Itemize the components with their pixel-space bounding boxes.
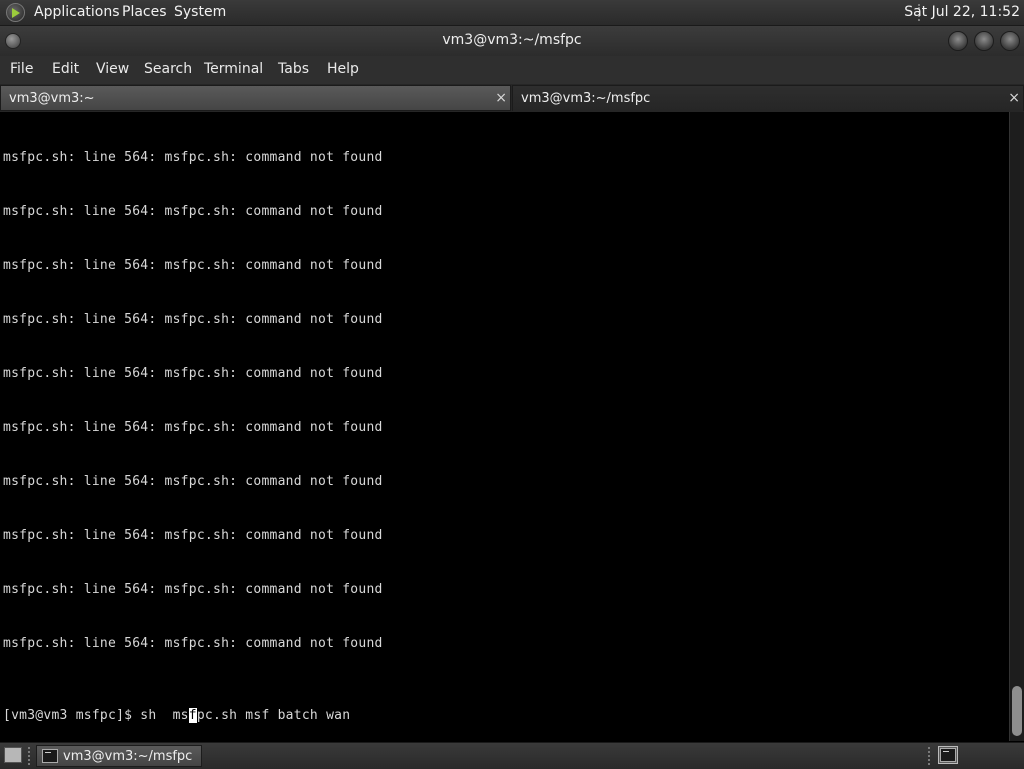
taskbar-window-label: vm3@vm3:~/msfpc <box>63 749 193 764</box>
menu-edit[interactable]: Edit <box>52 61 79 77</box>
output-line: msfpc.sh: line 564: msfpc.sh: command no… <box>3 366 383 381</box>
window-titlebar[interactable]: vm3@vm3:~/msfpc <box>0 26 1024 56</box>
clock[interactable]: Sat Jul 22, 11:52 <box>904 4 1020 20</box>
menubar: File Edit View Search Terminal Tabs Help <box>0 56 1024 84</box>
close-tab-icon[interactable]: × <box>495 90 507 106</box>
system-menu[interactable]: System <box>174 4 226 20</box>
panel-separator <box>28 747 30 765</box>
places-menu[interactable]: Places <box>122 4 167 20</box>
output-line: msfpc.sh: line 564: msfpc.sh: command no… <box>3 528 383 543</box>
menu-file[interactable]: File <box>10 61 33 77</box>
tab-label: vm3@vm3:~ <box>9 91 95 106</box>
tab-bar: vm3@vm3:~ × vm3@vm3:~/msfpc × <box>0 84 1024 112</box>
output-line: msfpc.sh: line 564: msfpc.sh: command no… <box>3 150 383 165</box>
output-line: msfpc.sh: line 564: msfpc.sh: command no… <box>3 582 383 597</box>
prompt-text-before-cursor: [vm3@vm3 msfpc]$ sh ms <box>3 708 189 723</box>
output-line: msfpc.sh: line 564: msfpc.sh: command no… <box>3 420 383 435</box>
top-panel: Applications Places System Sat Jul 22, 1… <box>0 0 1024 26</box>
menu-help[interactable]: Help <box>327 61 359 77</box>
terminal-scrollbar[interactable] <box>1009 112 1024 741</box>
output-line: msfpc.sh: line 564: msfpc.sh: command no… <box>3 312 383 327</box>
command-prompt-line[interactable]: [vm3@vm3 msfpc]$ sh msfpc.sh msf batch w… <box>3 708 350 723</box>
output-line: msfpc.sh: line 564: msfpc.sh: command no… <box>3 636 383 651</box>
close-tab-icon[interactable]: × <box>1008 90 1020 106</box>
bottom-panel: vm3@vm3:~/msfpc <box>0 742 1024 769</box>
close-window-button[interactable] <box>1000 31 1020 51</box>
show-desktop-icon[interactable] <box>4 747 22 763</box>
menu-terminal[interactable]: Terminal <box>204 61 263 77</box>
prompt-text-after-cursor: pc.sh msf batch wan <box>196 708 351 723</box>
scrollbar-thumb[interactable] <box>1012 686 1022 736</box>
output-line: msfpc.sh: line 564: msfpc.sh: command no… <box>3 258 383 273</box>
taskbar-window-button[interactable]: vm3@vm3:~/msfpc <box>36 745 202 767</box>
terminal-icon <box>940 748 956 762</box>
panel-separator <box>928 747 930 765</box>
text-cursor: f <box>188 708 197 723</box>
tab-home[interactable]: vm3@vm3:~ × <box>0 85 511 111</box>
window-title: vm3@vm3:~/msfpc <box>442 32 582 48</box>
output-line: msfpc.sh: line 564: msfpc.sh: command no… <box>3 204 383 219</box>
applications-logo-icon[interactable] <box>6 3 25 22</box>
applications-menu[interactable]: Applications <box>34 4 120 20</box>
maximize-button[interactable] <box>974 31 994 51</box>
menu-tabs[interactable]: Tabs <box>278 61 309 77</box>
minimize-button[interactable] <box>948 31 968 51</box>
menu-search[interactable]: Search <box>144 61 192 77</box>
tab-msfpc[interactable]: vm3@vm3:~/msfpc × <box>512 85 1024 111</box>
terminal-view[interactable]: msfpc.sh: line 564: msfpc.sh: command no… <box>0 112 1009 741</box>
output-line: msfpc.sh: line 564: msfpc.sh: command no… <box>3 474 383 489</box>
workspace-switcher[interactable] <box>938 746 958 764</box>
menu-view[interactable]: View <box>96 61 129 77</box>
tab-label: vm3@vm3:~/msfpc <box>521 91 651 106</box>
terminal-icon <box>42 749 58 763</box>
